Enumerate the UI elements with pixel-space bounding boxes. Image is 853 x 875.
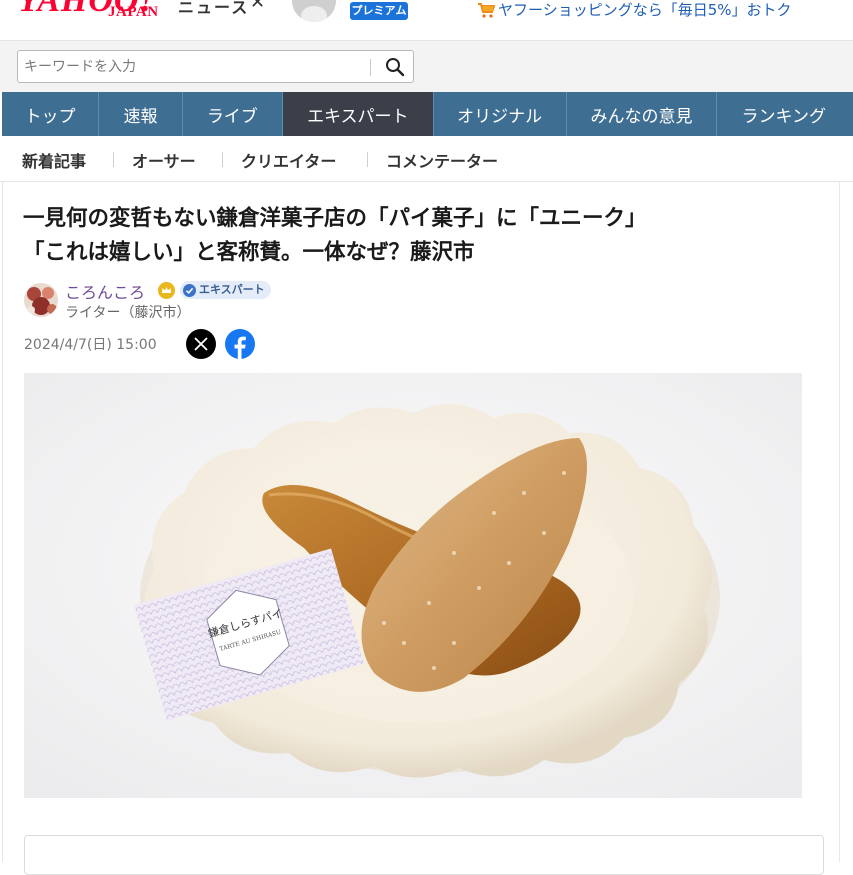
expert-badge-label: エキスパート [199,283,265,296]
crown-icon [158,282,175,299]
subnav-item-commentators[interactable]: コメンテーター [386,148,498,172]
global-nav: トップ 速報 ライブ エキスパート オリジナル みんなの意見 ランキング [2,92,853,136]
search-bar [0,40,853,92]
nav-item-top[interactable]: トップ [2,92,100,136]
article-body-card [24,835,824,875]
subnav-divider [113,152,114,167]
shopping-promo-link[interactable]: ヤフーショッピングなら「毎日5%」おトク [498,0,792,20]
article-headline: 一見何の変哲もない鎌倉洋菓子店の「パイ菓子」に「ユニーク」 「これは嬉しい」と客… [23,202,823,270]
nav-item-expert[interactable]: エキスパート [282,92,434,136]
author-name[interactable]: ころんころ [65,279,145,303]
author-role: ライター（藤沢市） [65,305,191,321]
article-hero-image[interactable]: 鎌倉しらすパイ TARTE AU SHIRASU [24,373,802,798]
publish-date: 2024/4/7(日) 15:00 [24,337,157,353]
top-header: YAHOO! JAPAN ニュース ✕ プレミアム ヤフーショッピングなら「毎日… [0,0,853,40]
share-facebook-button[interactable] [225,329,255,359]
search-button[interactable] [378,53,412,81]
author-avatar[interactable] [24,283,58,317]
avatar-icon[interactable] [292,0,336,22]
nav-item-live[interactable]: ライブ [183,92,283,136]
service-name[interactable]: ニュース [178,0,249,18]
nav-item-flash[interactable]: 速報 [99,92,183,136]
subnav-divider [367,152,368,167]
check-icon [183,283,196,297]
yahoo-logo-sub: JAPAN [108,4,159,20]
premium-badge[interactable]: プレミアム [350,2,408,20]
search-input[interactable] [24,56,364,78]
facebook-icon [234,336,246,359]
sub-nav: 新着記事 オーサー クリエイター コメンテーター [0,136,853,182]
subnav-item-new[interactable]: 新着記事 [22,148,86,172]
share-x-button[interactable] [186,329,216,359]
article: 一見何の変哲もない鎌倉洋菓子店の「パイ菓子」に「ユニーク」 「これは嬉しい」と客… [2,182,840,875]
subnav-item-creators[interactable]: クリエイター [241,148,336,172]
nav-item-opinions[interactable]: みんなの意見 [567,92,718,136]
menu-icon[interactable]: ✕ [250,0,265,13]
nav-item-ranking[interactable]: ランキング [717,92,853,136]
nav-item-original[interactable]: オリジナル [434,92,567,136]
headline-line-1: 一見何の変哲もない鎌倉洋菓子店の「パイ菓子」に「ユニーク」 [23,206,647,231]
subnav-item-authors[interactable]: オーサー [132,148,196,172]
cart-icon [478,3,495,18]
expert-badge: エキスパート [180,281,271,299]
headline-line-2: 「これは嬉しい」と客称賛。一体なぜ？藤沢市 [23,240,475,265]
subnav-divider [222,152,223,167]
search-icon [386,58,405,77]
search-box [17,50,414,83]
search-divider [370,59,371,76]
x-icon [194,337,208,351]
